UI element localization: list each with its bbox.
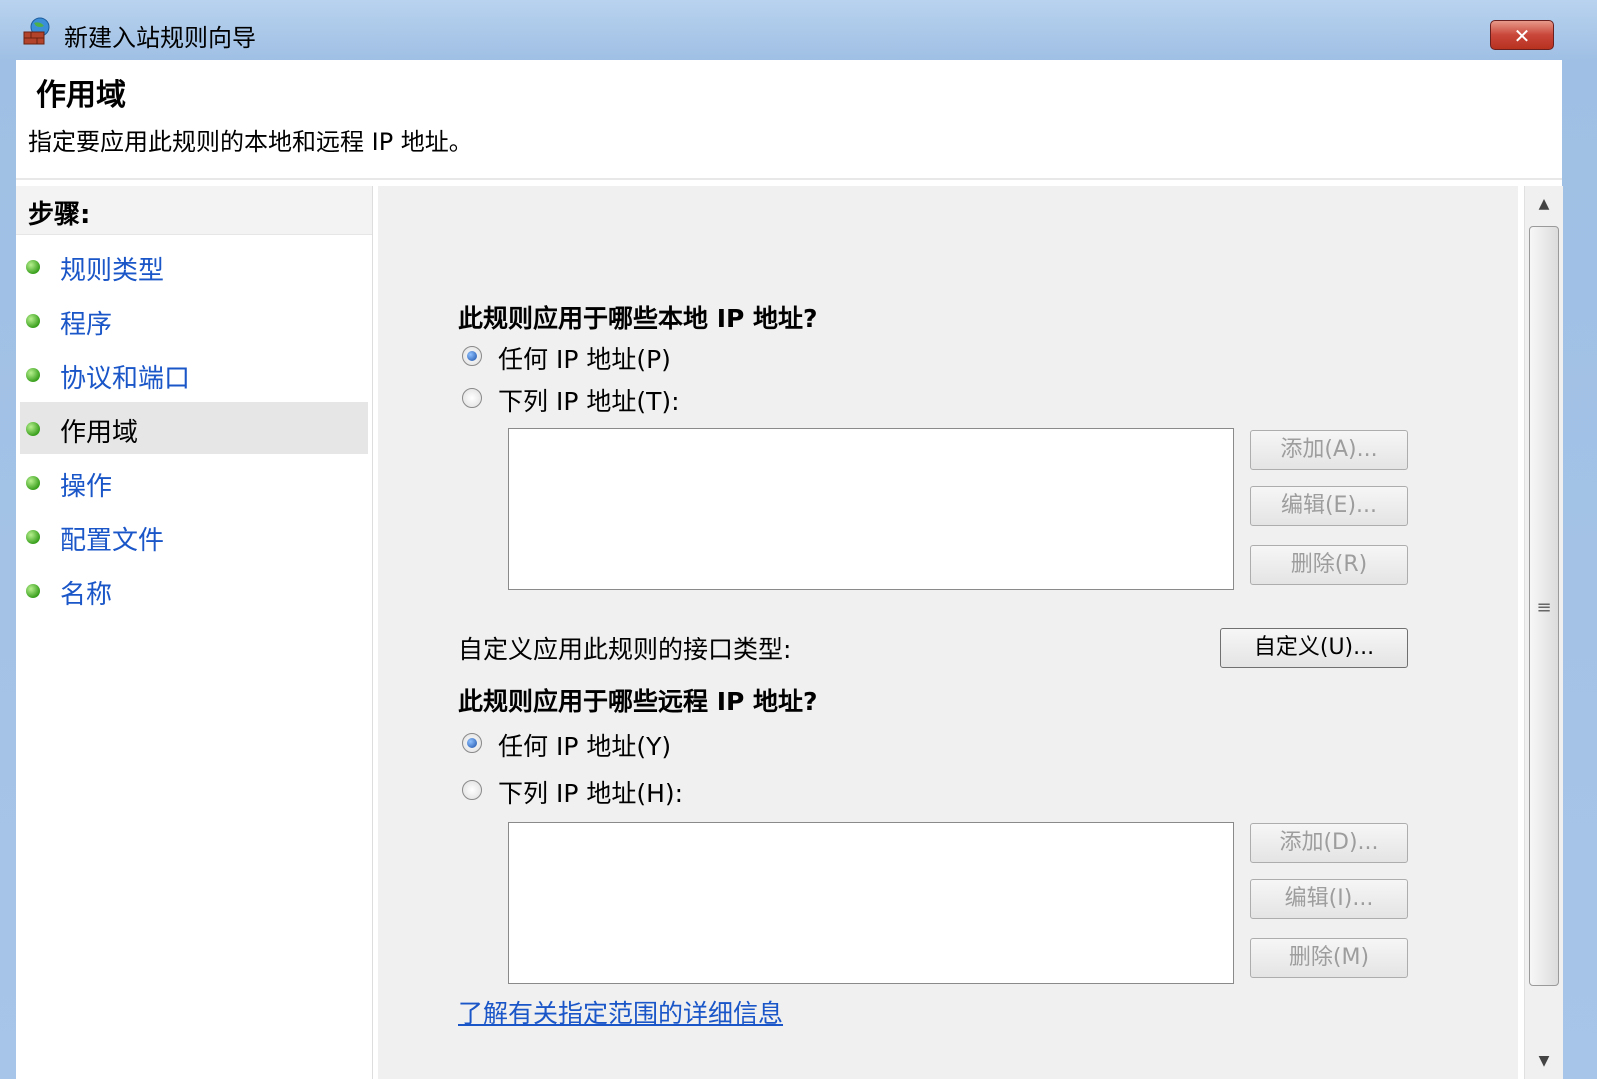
local-ip-list[interactable] [508, 428, 1234, 590]
step-status-icon [26, 530, 40, 544]
learn-more-link[interactable]: 了解有关指定范围的详细信息 [458, 994, 783, 1030]
local-add-button[interactable]: 添加(A)... [1250, 430, 1408, 470]
close-icon: ✕ [1513, 24, 1531, 48]
step-protocol-and-ports[interactable]: 协议和端口 [20, 348, 368, 400]
steps-heading: 步骤: [16, 186, 372, 235]
remote-any-ip-label[interactable]: 任何 IP 地址(Y) [498, 727, 671, 763]
local-list-ip-label[interactable]: 下列 IP 地址(T): [498, 382, 680, 418]
customize-button[interactable]: 自定义(U)... [1220, 628, 1408, 668]
local-edit-button[interactable]: 编辑(E)... [1250, 486, 1408, 526]
remote-any-ip-radio[interactable] [462, 733, 482, 753]
client-area: 作用域 指定要应用此规则的本地和远程 IP 地址。 步骤: 规则类型 程序 协议… [16, 60, 1563, 1079]
local-any-ip-radio[interactable] [462, 346, 482, 366]
page-description: 指定要应用此规则的本地和远程 IP 地址。 [28, 128, 473, 156]
step-label: 名称 [60, 580, 113, 610]
step-status-icon [26, 260, 40, 274]
steps-panel: 步骤: 规则类型 程序 协议和端口 作用域 操作 配置文件 名称 [16, 186, 373, 1079]
step-label: 操作 [60, 472, 113, 502]
step-status-icon [26, 476, 40, 490]
remote-remove-button[interactable]: 删除(M) [1250, 938, 1408, 978]
remote-list-ip-label[interactable]: 下列 IP 地址(H): [498, 774, 683, 810]
scroll-down-arrow-icon[interactable]: ▼ [1525, 1043, 1563, 1079]
local-remove-button[interactable]: 删除(R) [1250, 545, 1408, 585]
step-action[interactable]: 操作 [20, 456, 368, 508]
step-program[interactable]: 程序 [20, 294, 368, 346]
local-ip-question: 此规则应用于哪些本地 IP 地址? [458, 304, 818, 333]
step-label: 作用域 [60, 418, 139, 448]
steps-heading-label: 步骤: [28, 200, 91, 230]
step-label: 协议和端口 [60, 364, 191, 394]
window-title: 新建入站规则向导 [64, 24, 256, 52]
scrollbar-thumb[interactable]: ≡ [1529, 226, 1559, 986]
vertical-scrollbar[interactable]: ▲ ≡ ▼ [1524, 186, 1563, 1079]
remote-edit-button[interactable]: 编辑(I)... [1250, 879, 1408, 919]
remote-ip-question: 此规则应用于哪些远程 IP 地址? [458, 687, 818, 716]
interface-type-label: 自定义应用此规则的接口类型: [458, 635, 792, 664]
page-title: 作用域 [36, 78, 126, 113]
step-status-icon [26, 584, 40, 598]
scope-content: 此规则应用于哪些本地 IP 地址? 任何 IP 地址(P) 下列 IP 地址(T… [378, 186, 1518, 1079]
close-button[interactable]: ✕ [1490, 20, 1554, 50]
local-any-ip-label[interactable]: 任何 IP 地址(P) [498, 340, 671, 376]
remote-ip-list[interactable] [508, 822, 1234, 984]
step-label: 规则类型 [60, 256, 165, 286]
scroll-up-arrow-icon[interactable]: ▲ [1525, 186, 1563, 222]
step-profile[interactable]: 配置文件 [20, 510, 368, 562]
remote-list-ip-radio[interactable] [462, 780, 482, 800]
remote-add-button[interactable]: 添加(D)... [1250, 823, 1408, 863]
title-bar: 新建入站规则向导 ✕ [0, 0, 1597, 60]
step-scope[interactable]: 作用域 [20, 402, 368, 454]
step-label: 配置文件 [60, 526, 165, 556]
header-divider [16, 178, 1562, 180]
step-status-icon [26, 368, 40, 382]
step-name[interactable]: 名称 [20, 564, 368, 616]
step-rule-type[interactable]: 规则类型 [20, 240, 368, 292]
step-status-icon [26, 314, 40, 328]
wizard-window: 新建入站规则向导 ✕ 作用域 指定要应用此规则的本地和远程 IP 地址。 步骤:… [0, 0, 1597, 1079]
local-list-ip-radio[interactable] [462, 388, 482, 408]
firewall-icon [23, 17, 50, 45]
step-label: 程序 [60, 310, 113, 340]
step-status-icon [26, 422, 40, 436]
scrollbar-grip-icon: ≡ [1536, 597, 1552, 618]
